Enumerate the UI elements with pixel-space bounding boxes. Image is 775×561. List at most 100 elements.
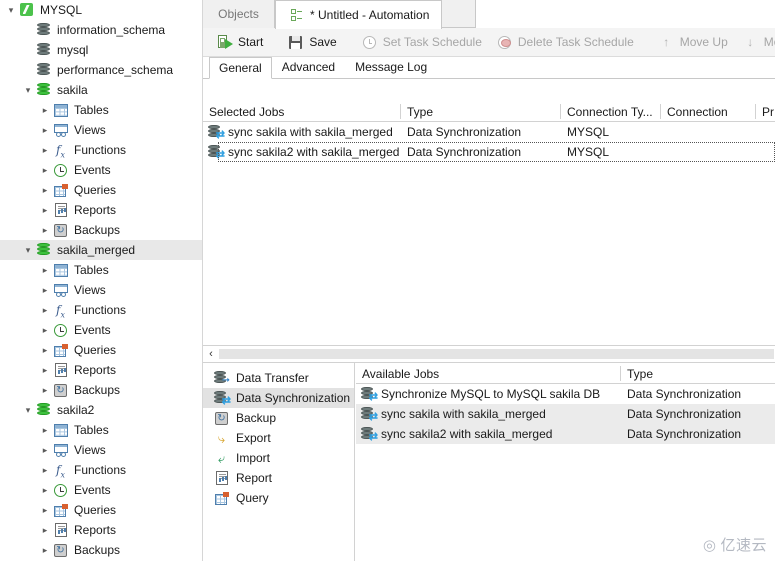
category-import[interactable]: ⤶ Import xyxy=(203,448,354,468)
chevron-right-icon[interactable]: ▸ xyxy=(38,503,52,517)
save-button[interactable]: Save xyxy=(280,30,343,54)
column-header-connection[interactable]: Connection xyxy=(661,101,755,122)
column-header-selected-jobs[interactable]: Selected Jobs xyxy=(203,101,400,122)
tree-item-functions[interactable]: ▸ fx Functions xyxy=(0,300,202,320)
chevron-right-icon[interactable]: ▸ xyxy=(38,163,52,177)
tree-item-queries[interactable]: ▸ Queries xyxy=(0,340,202,360)
functions-icon: fx xyxy=(56,143,65,160)
tree-item-performance-schema[interactable]: ▸performance_schema xyxy=(0,60,202,80)
chevron-right-icon[interactable]: ▸ xyxy=(38,203,52,217)
chevron-right-icon[interactable]: ▸ xyxy=(38,383,52,397)
tree-item-queries[interactable]: ▸ Queries xyxy=(0,500,202,520)
column-header-available-jobs[interactable]: Available Jobs xyxy=(356,363,620,384)
subtab-advanced[interactable]: Advanced xyxy=(272,56,345,78)
sync-job-icon: ⇄ xyxy=(207,144,225,161)
object-tree-sidebar[interactable]: ▾ MYSQL ▸information_schema▸mysql▸performa… xyxy=(0,0,203,561)
table-row[interactable]: ⇄ sync sakila with sakila_merged Data Sync… xyxy=(203,122,775,142)
chevron-right-icon[interactable]: ▸ xyxy=(38,343,52,357)
tree-item-reports[interactable]: ▸ Reports xyxy=(0,520,202,540)
chevron-right-icon[interactable]: ▸ xyxy=(38,103,52,117)
job-category-list[interactable]: ➞ Data Transfer ⇄ Data Synchronization ↻ Back… xyxy=(203,363,355,561)
tree-item-views[interactable]: ▸ Views xyxy=(0,440,202,460)
panel-splitter[interactable]: ‹ xyxy=(203,345,775,362)
chevron-down-icon[interactable]: ▾ xyxy=(21,403,35,417)
tree-item-reports[interactable]: ▸ Reports xyxy=(0,200,202,220)
category-query[interactable]: Query xyxy=(203,488,354,508)
automation-toolbar[interactable]: Start Save Set Task Schedule Delete Task… xyxy=(203,28,775,57)
chevron-right-icon[interactable]: ▸ xyxy=(38,423,52,437)
chevron-down-icon[interactable]: ▾ xyxy=(4,3,18,17)
move-down-button[interactable]: ↓ Move Down xyxy=(735,30,775,54)
tab-objects-label: Objects xyxy=(218,7,259,21)
table-row[interactable]: ⇄ sync sakila2 with sakila_merged Data Syn… xyxy=(203,142,775,162)
column-header-connection-type[interactable]: Connection Ty... xyxy=(561,101,660,122)
set-task-schedule-button[interactable]: Set Task Schedule xyxy=(354,30,489,54)
tree-item-events[interactable]: ▸ Events xyxy=(0,160,202,180)
category-report[interactable]: Report xyxy=(203,468,354,488)
column-header-type[interactable]: Type xyxy=(401,101,560,122)
subtab-message-log[interactable]: Message Log xyxy=(345,56,437,78)
chevron-right-icon[interactable]: ▸ xyxy=(38,123,52,137)
tab-untitled-automation[interactable]: * Untitled - Automation xyxy=(275,0,443,29)
chevron-down-icon[interactable]: ▾ xyxy=(21,243,35,257)
general-advanced-tabs[interactable]: General Advanced Message Log xyxy=(203,57,775,79)
tree-item-mysql[interactable]: ▾ MYSQL xyxy=(0,0,202,20)
move-up-button[interactable]: ↑ Move Up xyxy=(651,30,735,54)
chevron-right-icon[interactable]: ▸ xyxy=(38,363,52,377)
tree-item-label: MYSQL xyxy=(40,3,83,17)
chevron-right-icon[interactable]: ▸ xyxy=(38,523,52,537)
tree-item-queries[interactable]: ▸ Queries xyxy=(0,180,202,200)
tree-item-sakila-merged[interactable]: ▾ sakila_merged xyxy=(0,240,202,260)
chevron-right-icon[interactable]: ▸ xyxy=(38,263,52,277)
chevron-right-icon[interactable]: ▸ xyxy=(38,443,52,457)
tree-item-views[interactable]: ▸ Views xyxy=(0,120,202,140)
chevron-right-icon[interactable]: ▸ xyxy=(38,143,52,157)
selected-jobs-table[interactable]: Selected Jobs Type Connection Ty... Conn… xyxy=(203,101,775,345)
tree-item-backups[interactable]: ▸ ↻ Backups xyxy=(0,380,202,400)
tree-item-functions[interactable]: ▸ fx Functions xyxy=(0,460,202,480)
chevron-right-icon[interactable]: ▸ xyxy=(38,483,52,497)
table-row[interactable]: ⇄ sync sakila2 with sakila_merged Data Syn… xyxy=(356,424,775,444)
splitter-handle[interactable] xyxy=(219,349,774,359)
chevron-right-icon[interactable]: ▸ xyxy=(38,223,52,237)
category-export[interactable]: ⤷ Export xyxy=(203,428,354,448)
chevron-right-icon[interactable]: ▸ xyxy=(38,283,52,297)
available-jobs-table[interactable]: Available Jobs Type ⇄ Synchronize MySQL t… xyxy=(356,363,775,561)
tree-item-tables[interactable]: ▸ Tables xyxy=(0,420,202,440)
tree-item-reports[interactable]: ▸ Reports xyxy=(0,360,202,380)
chevron-right-icon[interactable]: ▸ xyxy=(38,303,52,317)
collapse-panel-icon[interactable]: ‹ xyxy=(203,347,219,362)
tree-item-sakila2[interactable]: ▾ sakila2 xyxy=(0,400,202,420)
tree-item-label: Backups xyxy=(74,223,121,237)
tree-item-events[interactable]: ▸ Events xyxy=(0,320,202,340)
tree-item-functions[interactable]: ▸ fx Functions xyxy=(0,140,202,160)
category-backup[interactable]: ↻ Backup xyxy=(203,408,354,428)
tab-bar[interactable]: Objects * Untitled - Automation xyxy=(203,0,775,29)
chevron-right-icon[interactable]: ▸ xyxy=(38,463,52,477)
tree-item-mysql[interactable]: ▸mysql xyxy=(0,40,202,60)
tree-item-backups[interactable]: ▸ ↻ Backups xyxy=(0,220,202,240)
tree-item-tables[interactable]: ▸ Tables xyxy=(0,100,202,120)
table-row[interactable]: ⇄ Synchronize MySQL to MySQL sakila DB Dat… xyxy=(356,384,775,404)
chevron-right-icon[interactable]: ▸ xyxy=(38,543,52,557)
tree-item-events[interactable]: ▸ Events xyxy=(0,480,202,500)
tree-item-backups[interactable]: ▸ ↻ Backups xyxy=(0,540,202,560)
tree-item-sakila[interactable]: ▾ sakila xyxy=(0,80,202,100)
chevron-right-icon[interactable]: ▸ xyxy=(38,323,52,337)
category-data-transfer[interactable]: ➞ Data Transfer xyxy=(203,368,354,388)
tree-item-information-schema[interactable]: ▸information_schema xyxy=(0,20,202,40)
views-icon xyxy=(52,442,69,458)
chevron-down-icon[interactable]: ▾ xyxy=(21,83,35,97)
delete-task-schedule-button[interactable]: Delete Task Schedule xyxy=(489,30,641,54)
column-header-available-type[interactable]: Type xyxy=(621,363,775,384)
category-data-synchronization[interactable]: ⇄ Data Synchronization xyxy=(203,388,354,408)
tab-objects[interactable]: Objects xyxy=(203,0,275,28)
column-header-pr[interactable]: Pr xyxy=(756,101,775,122)
tree-item-label: Tables xyxy=(74,263,109,277)
tree-item-tables[interactable]: ▸ Tables xyxy=(0,260,202,280)
table-row[interactable]: ⇄ sync sakila with sakila_merged Data Sync… xyxy=(356,404,775,424)
start-button[interactable]: Start xyxy=(209,30,270,54)
chevron-right-icon[interactable]: ▸ xyxy=(38,183,52,197)
tree-item-views[interactable]: ▸ Views xyxy=(0,280,202,300)
subtab-general[interactable]: General xyxy=(209,57,272,79)
